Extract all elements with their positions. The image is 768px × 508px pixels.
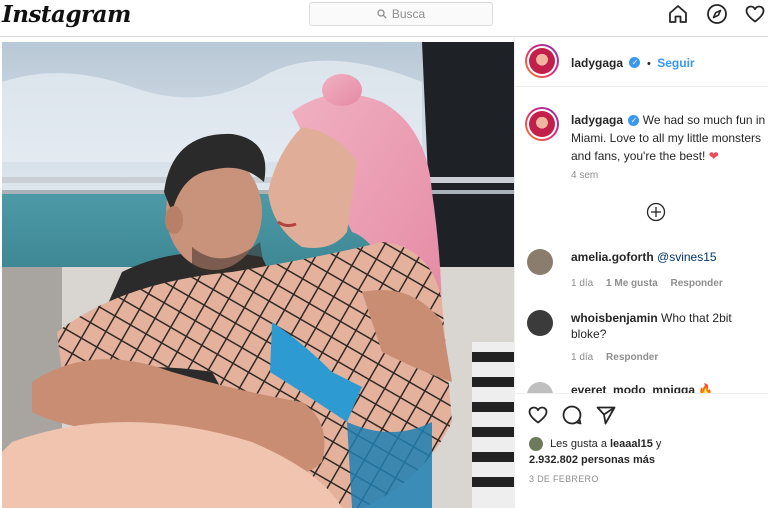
commenter-avatar[interactable] [527,310,553,336]
post-date[interactable]: 3 DE FEBRERO [529,474,599,484]
share-icon[interactable] [595,404,617,426]
photo-illustration [2,42,514,508]
comment-item: whoisbenjamin Who that 2bit bloke? 1 día… [525,310,765,370]
search-icon [377,9,387,19]
likes-prefix: Les gusta a [550,438,607,450]
author-username[interactable]: ladygaga [571,56,623,70]
heart-icon[interactable] [744,3,766,25]
caption-timestamp[interactable]: 4 sem [571,170,598,181]
comment-reply-button[interactable]: Responder [671,278,723,289]
comment-icon[interactable] [561,404,583,426]
instagram-logo[interactable]: Instagram [2,1,131,28]
comment-text[interactable]: @svines15 [657,250,717,264]
likes-joiner: y [655,438,662,450]
caption-heart-emoji: ❤ [708,149,719,163]
likes-summary: Les gusta a leaaal15 y 2.932.802 persona… [529,436,661,468]
caption-username[interactable]: ladygaga [571,113,623,127]
follow-button[interactable]: Seguir [657,56,694,70]
search-input[interactable]: Busca [309,2,493,26]
home-icon[interactable] [667,3,689,25]
commenter-avatar[interactable] [527,249,553,275]
liker-username[interactable]: leaaal15 [610,438,653,450]
comment-body: whoisbenjamin Who that 2bit bloke? [571,310,761,342]
load-more-comments-icon[interactable] [646,202,666,222]
liker-avatar[interactable] [529,437,543,452]
comment-time[interactable]: 1 día [571,278,593,289]
comment-reply-button[interactable]: Responder [606,352,658,363]
author-avatar[interactable] [525,44,559,78]
comment-time[interactable]: 1 día [571,352,593,363]
verified-icon: ✓ [628,115,640,127]
comment-body: amelia.goforth @svines15 [571,249,761,265]
verified-icon: ✓ [629,57,641,69]
likes-count[interactable]: 2.932.802 personas más [529,454,655,466]
header-separator: • [646,58,651,70]
explore-icon[interactable] [706,3,728,25]
comment-likes[interactable]: 1 Me gusta [606,278,658,289]
top-navigation-bar: Instagram Busca [0,0,768,34]
search-placeholder: Busca [391,7,426,21]
post-photo[interactable] [2,42,514,508]
post-header: ladygaga ✓ • Seguir [515,37,768,87]
comment-meta: 1 día Responder [571,352,668,363]
post-actions: Les gusta a leaaal15 y 2.932.802 persona… [515,393,768,508]
comment-meta: 1 día 1 Me gusta Responder [571,278,733,289]
commenter-username[interactable]: whoisbenjamin [571,311,658,325]
like-icon[interactable] [527,404,549,426]
comment-item: amelia.goforth @svines15 1 día 1 Me gust… [525,249,765,295]
post-sidebar: ladygaga ✓ • Seguir ladygaga ✓ We had so… [514,37,768,508]
commenter-username[interactable]: amelia.goforth [571,250,654,264]
caption-author-avatar[interactable] [525,107,559,141]
post-caption: ladygaga ✓ We had so much fun in Miami. … [571,111,767,165]
